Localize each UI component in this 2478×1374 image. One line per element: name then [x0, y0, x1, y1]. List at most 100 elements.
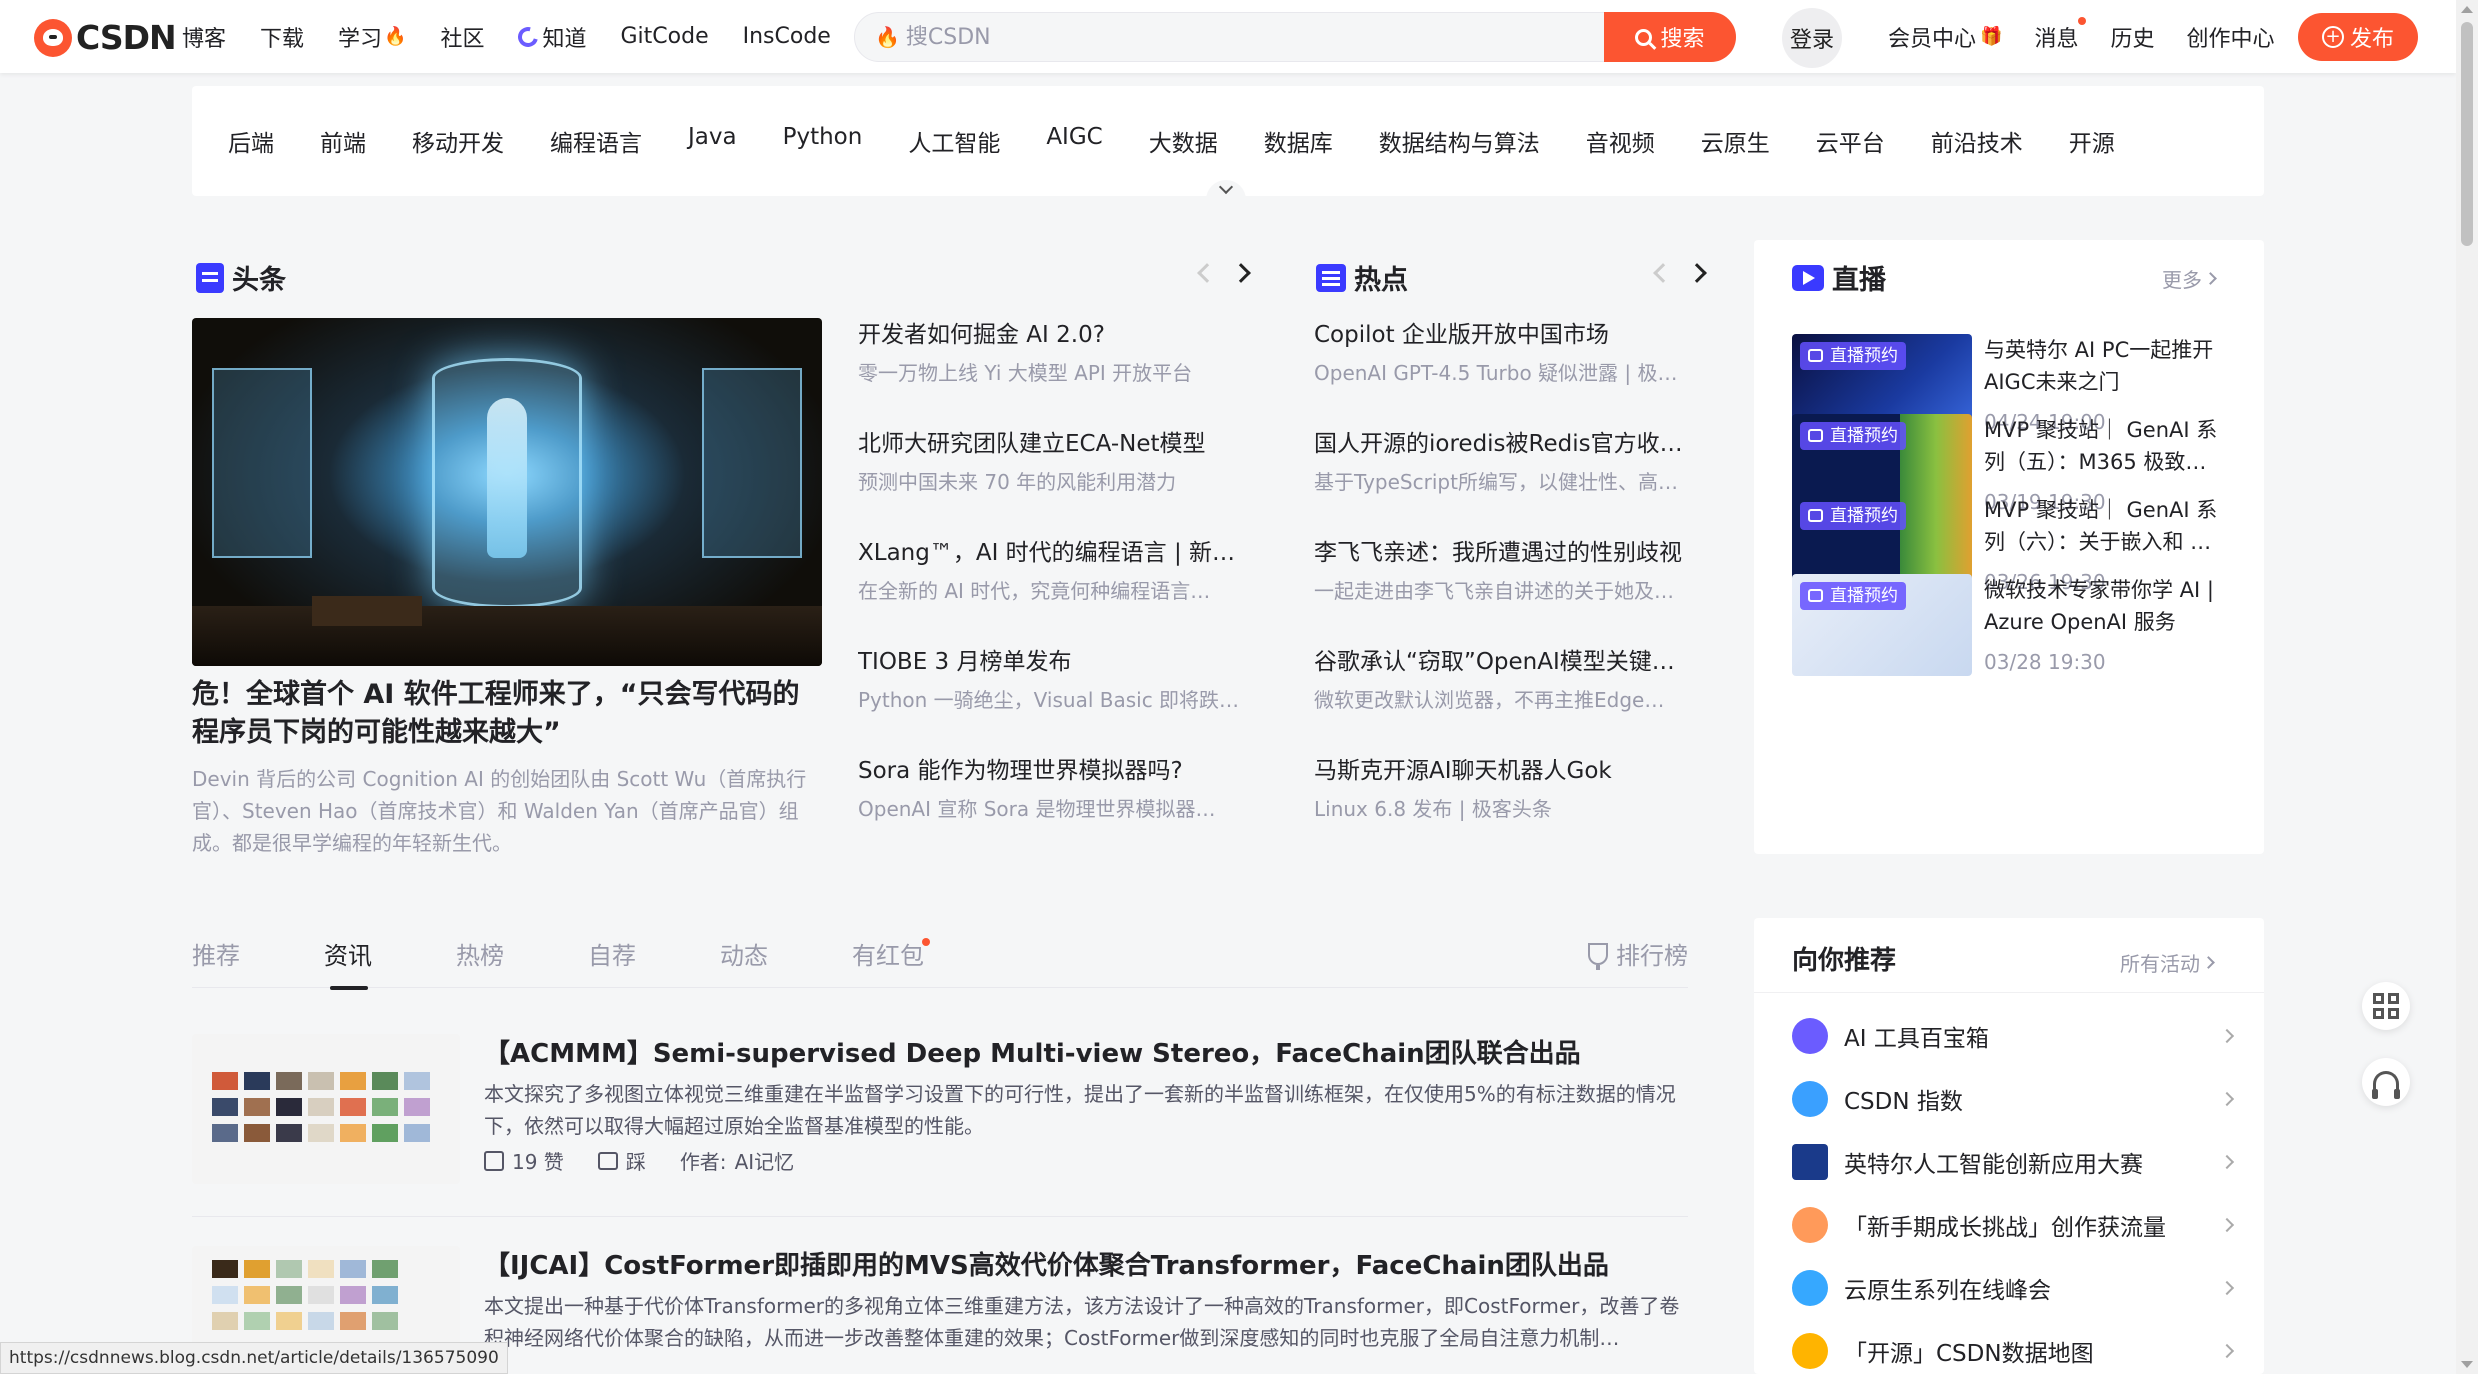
article-thumbnail[interactable] [192, 1034, 460, 1184]
category-item[interactable]: 移动开发 [412, 124, 504, 158]
live-thumbnail[interactable]: 直播预约 [1792, 574, 1972, 676]
recommend-item-label[interactable]: CSDN 指数 [1844, 1082, 2222, 1116]
category-item[interactable]: 数据结构与算法 [1379, 124, 1540, 158]
headline-hero-title[interactable]: 危！全球首个 AI 软件工程师来了，“只会写代码的程序员下岗的可能性越来越大” [192, 676, 822, 752]
history-link[interactable]: 历史 [2110, 21, 2154, 53]
category-item[interactable]: 大数据 [1149, 124, 1218, 158]
live-item-title[interactable]: MVP 聚技站｜ GenAI 系列（六）：关于嵌入和 … [1984, 494, 2236, 558]
tab-0[interactable]: 推荐 [192, 936, 240, 971]
hero-figure [487, 398, 527, 558]
hot-item[interactable]: 马斯克开源AI聊天机器人Gok Linux 6.8 发布 | 极客头条 [1314, 754, 1704, 863]
hot-item[interactable]: 谷歌承认“窃取”OpenAI模型关键… 微软更改默认浏览器，不再主推Edge… [1314, 645, 1704, 754]
recommend-item-label[interactable]: 云原生系列在线峰会 [1844, 1271, 2222, 1305]
hot-item-title[interactable]: 谷歌承认“窃取”OpenAI模型关键… [1314, 645, 1704, 679]
hot-item-title[interactable]: 马斯克开源AI聊天机器人Gok [1314, 754, 1704, 788]
chevron-right-icon[interactable] [1687, 263, 1707, 283]
hot-item[interactable]: 国人开源的ioredis被Redis官方收… 基于TypeScript所编写，以健… [1314, 427, 1704, 536]
customer-service-button[interactable] [2362, 1058, 2410, 1106]
recommend-item[interactable]: AI 工具百宝箱 [1792, 1016, 2235, 1056]
hot-item[interactable]: 李飞飞亲述：我所遭遇过的性别歧视 一起走进由李飞飞亲自讲述的关于她及… [1314, 536, 1704, 645]
live-item[interactable]: 直播预约 微软技术专家带你学 AI | Azure OpenAI 服务 03/28 … [1792, 574, 2232, 678]
author-name[interactable]: AI记忆 [735, 1146, 795, 1175]
recommend-item-label[interactable]: AI 工具百宝箱 [1844, 1019, 2222, 1053]
category-item[interactable]: 前沿技术 [1931, 124, 2023, 158]
scroll-down-icon[interactable] [2461, 1361, 2473, 1368]
thumbs-up-icon[interactable] [484, 1150, 504, 1171]
ranking-link[interactable]: 排行榜 [1588, 936, 1688, 971]
comment-icon[interactable] [597, 1151, 618, 1170]
page-scrollbar[interactable] [2456, 0, 2478, 1374]
chevron-left-icon[interactable] [1197, 263, 1217, 283]
tab-1[interactable]: 资讯 [324, 936, 372, 971]
category-item[interactable]: 前端 [320, 124, 366, 158]
csdn-logo[interactable]: CSDN [34, 18, 177, 57]
recommend-item[interactable]: CSDN 指数 [1792, 1079, 2235, 1119]
vip-center-link[interactable]: 会员中心 🎁 [1888, 21, 2002, 53]
article-item[interactable]: 【ACMMM】Semi-supervised Deep Multi-view S… [192, 1034, 1688, 1194]
scroll-thumb[interactable] [2461, 22, 2473, 246]
headline-item[interactable]: XLang™，AI 时代的编程语言 | 新… 在全新的 AI 时代，究竟何种编程语… [858, 536, 1248, 645]
tab-3[interactable]: 自荐 [588, 936, 636, 971]
hot-item-title[interactable]: 国人开源的ioredis被Redis官方收… [1314, 427, 1704, 461]
headline-hero-image[interactable] [192, 318, 822, 666]
article-title[interactable]: 【IJCAI】CostFormer即插即用的MVS高效代价体聚合Transfor… [484, 1246, 1684, 1286]
category-item[interactable]: Python [783, 124, 863, 158]
headline-item-title[interactable]: TIOBE 3 月榜单发布 [858, 645, 1248, 679]
search-button[interactable]: 搜索 [1604, 12, 1736, 62]
tab-4[interactable]: 动态 [720, 936, 768, 971]
tab-5[interactable]: 有红包 [852, 936, 924, 971]
category-item[interactable]: 后端 [228, 124, 274, 158]
login-button[interactable]: 登录 [1782, 8, 1842, 68]
headline-item-title[interactable]: 北师大研究团队建立ECA-Net模型 [858, 427, 1248, 461]
recommend-item[interactable]: 英特尔人工智能创新应用大赛 [1792, 1142, 2235, 1182]
nav-zhidao[interactable]: 知道 [514, 21, 587, 53]
recommend-item-label[interactable]: 「新手期成长挑战」创作获流量 [1844, 1208, 2222, 1242]
scroll-up-icon[interactable] [2461, 6, 2473, 13]
hot-item-title[interactable]: 李飞飞亲述：我所遭遇过的性别歧视 [1314, 536, 1704, 570]
hot-item-title[interactable]: Copilot 企业版开放中国市场 [1314, 318, 1704, 352]
headline-item[interactable]: TIOBE 3 月榜单发布 Python 一骑绝尘，Visual Basic 即将… [858, 645, 1248, 754]
category-item[interactable]: 人工智能 [908, 124, 1000, 158]
category-item[interactable]: Java [688, 124, 737, 158]
messages-link[interactable]: 消息 [2034, 16, 2087, 53]
nav-blog[interactable]: 博客 [182, 21, 226, 53]
nav-gitcode[interactable]: GitCode [621, 24, 709, 49]
live-item-title[interactable]: MVP 聚技站｜ GenAI 系列（五）：M365 极致… [1984, 414, 2236, 478]
publish-button[interactable]: + 发布 [2298, 13, 2418, 61]
nav-download[interactable]: 下载 [260, 21, 304, 53]
category-item[interactable]: 数据库 [1264, 124, 1333, 158]
live-item-title[interactable]: 与英特尔 AI PC一起推开AIGC未来之门 [1984, 334, 2236, 398]
creator-center-link[interactable]: 创作中心 [2186, 21, 2274, 53]
headline-item[interactable]: 北师大研究团队建立ECA-Net模型 预测中国未来 70 年的风能利用潜力 [858, 427, 1248, 536]
category-item[interactable]: 云原生 [1701, 124, 1770, 158]
recommend-item[interactable]: 「开源」CSDN数据地图 [1792, 1331, 2235, 1371]
chevron-right-icon [2219, 1217, 2235, 1233]
nav-inscode[interactable]: InsCode [743, 24, 831, 49]
all-events-link[interactable]: 所有活动 [2120, 948, 2215, 977]
chevron-left-icon[interactable] [1653, 263, 1673, 283]
category-item[interactable]: 开源 [2069, 124, 2115, 158]
category-item[interactable]: 云平台 [1816, 124, 1885, 158]
live-more-link[interactable]: 更多 [2162, 264, 2217, 293]
nav-community[interactable]: 社区 [440, 21, 484, 53]
recommend-item[interactable]: 「新手期成长挑战」创作获流量 [1792, 1205, 2235, 1245]
category-item[interactable]: 音视频 [1586, 124, 1655, 158]
headline-item-title[interactable]: XLang™，AI 时代的编程语言 | 新… [858, 536, 1248, 570]
chevron-right-icon[interactable] [1231, 263, 1251, 283]
headline-item-title[interactable]: Sora 能作为物理世界模拟器吗? [858, 754, 1248, 788]
recommend-item[interactable]: 云原生系列在线峰会 [1792, 1268, 2235, 1308]
qr-code-button[interactable] [2362, 982, 2410, 1030]
recommend-item-label[interactable]: 「开源」CSDN数据地图 [1844, 1334, 2222, 1368]
tab-2[interactable]: 热榜 [456, 936, 504, 971]
article-title[interactable]: 【ACMMM】Semi-supervised Deep Multi-view S… [484, 1034, 1684, 1074]
nav-learn[interactable]: 学习 🔥 [338, 21, 406, 53]
live-item-title[interactable]: 微软技术专家带你学 AI | Azure OpenAI 服务 [1984, 574, 2236, 638]
headline-item[interactable]: Sora 能作为物理世界模拟器吗? OpenAI 宣称 Sora 是物理世界模拟器… [858, 754, 1248, 863]
headline-item-title[interactable]: 开发者如何掘金 AI 2.0? [858, 318, 1248, 352]
hero-panel [212, 368, 312, 558]
hot-item[interactable]: Copilot 企业版开放中国市场 OpenAI GPT-4.5 Turbo 疑似… [1314, 318, 1704, 427]
category-item[interactable]: 编程语言 [550, 124, 642, 158]
recommend-item-label[interactable]: 英特尔人工智能创新应用大赛 [1844, 1145, 2222, 1179]
headline-item[interactable]: 开发者如何掘金 AI 2.0? 零一万物上线 Yi 大模型 API 开放平台 [858, 318, 1248, 427]
category-item[interactable]: AIGC [1046, 124, 1102, 158]
